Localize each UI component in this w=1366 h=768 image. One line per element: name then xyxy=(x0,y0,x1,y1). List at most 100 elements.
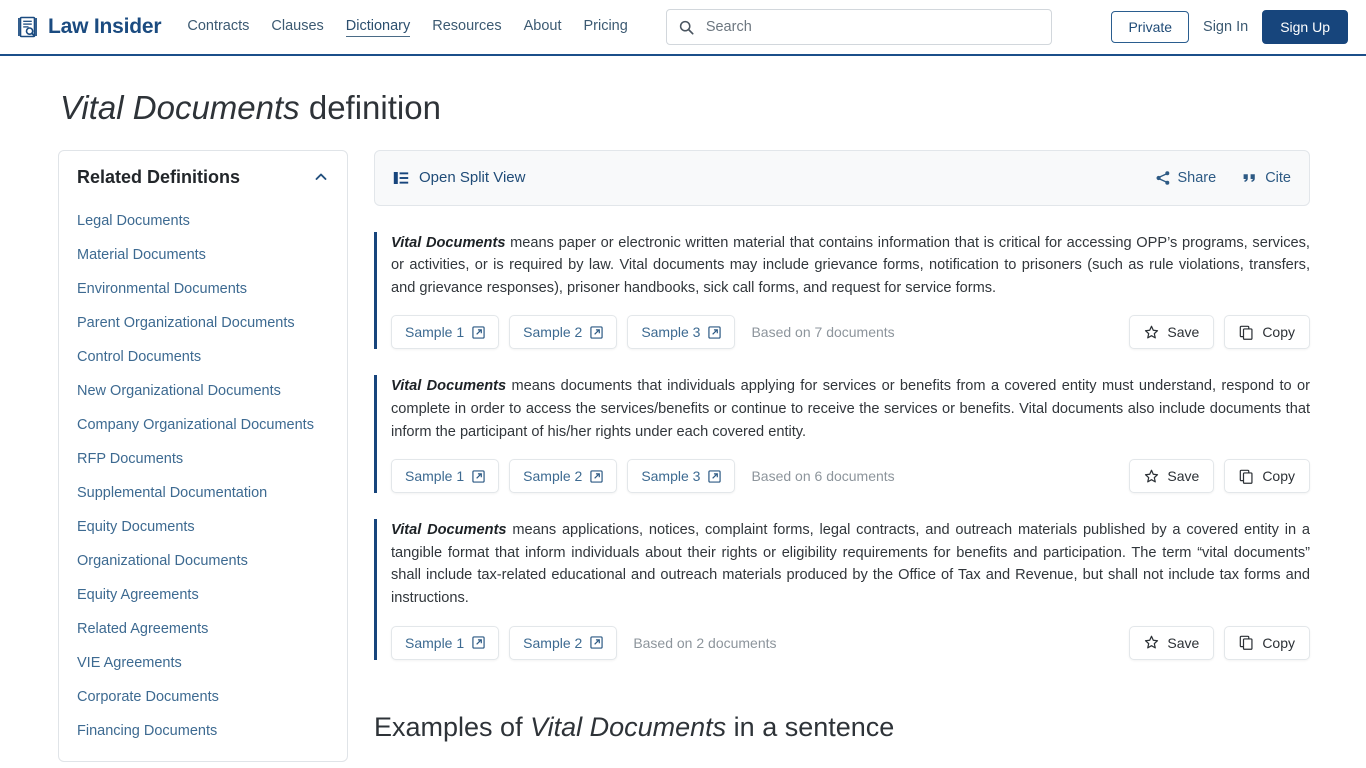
page-title-suffix: definition xyxy=(299,89,441,126)
examples-heading: Examples of Vital Documents in a sentenc… xyxy=(374,712,1310,743)
sidebar-item-material-documents[interactable]: Material Documents xyxy=(59,238,347,272)
private-button[interactable]: Private xyxy=(1111,11,1190,43)
save-button[interactable]: Save xyxy=(1129,625,1215,660)
nav-item-clauses[interactable]: Clauses xyxy=(271,18,323,36)
save-button[interactable]: Save xyxy=(1129,315,1215,350)
copy-button[interactable]: Copy xyxy=(1224,459,1310,494)
sample-3-button[interactable]: Sample 3 xyxy=(627,459,736,494)
definition-text: Vital Documents means applications, noti… xyxy=(391,519,1310,609)
sample-label: Sample 2 xyxy=(523,634,583,651)
definition-block: Vital Documents means paper or electroni… xyxy=(374,231,1310,350)
sidebar-item-legal-documents[interactable]: Legal Documents xyxy=(59,204,347,238)
share-button[interactable]: Share xyxy=(1155,170,1216,186)
star-icon xyxy=(1144,469,1159,484)
examples-suffix: in a sentence xyxy=(726,711,895,742)
nav-item-contracts[interactable]: Contracts xyxy=(187,18,249,36)
definition-actions: Sample 1 Sample 2 Based on 2 documents S… xyxy=(391,625,1310,660)
definition-body: means documents that individuals applyin… xyxy=(391,378,1310,440)
search-input[interactable] xyxy=(703,18,1039,36)
sidebar-item-related-agreements[interactable]: Related Agreements xyxy=(59,612,347,646)
nav-item-pricing[interactable]: Pricing xyxy=(583,18,627,36)
search-box[interactable] xyxy=(665,9,1052,45)
save-label: Save xyxy=(1167,634,1200,651)
nav-item-dictionary[interactable]: Dictionary xyxy=(345,18,411,37)
related-definitions-sidebar: Related Definitions Legal Documents Mate… xyxy=(58,149,348,762)
sample-label: Sample 1 xyxy=(405,634,465,651)
copy-button[interactable]: Copy xyxy=(1224,625,1310,660)
header-actions: Private Sign In Sign Up xyxy=(1111,10,1348,44)
copy-icon xyxy=(1239,635,1254,651)
save-label: Save xyxy=(1167,324,1200,341)
sidebar-item-organizational-documents[interactable]: Organizational Documents xyxy=(59,544,347,578)
star-icon xyxy=(1144,635,1159,650)
definition-right-actions: Save Copy xyxy=(1129,315,1310,350)
external-link-icon xyxy=(590,470,603,483)
definition-main: Open Split View Share Cite Vital Documen… xyxy=(374,149,1310,762)
nav-item-about[interactable]: About xyxy=(524,18,562,36)
sidebar-item-equity-documents[interactable]: Equity Documents xyxy=(59,510,347,544)
open-split-view-button[interactable]: Open Split View xyxy=(393,169,525,186)
copy-label: Copy xyxy=(1262,634,1295,651)
sample-3-button[interactable]: Sample 3 xyxy=(627,315,736,350)
sidebar-item-environmental-documents[interactable]: Environmental Documents xyxy=(59,272,347,306)
sample-1-button[interactable]: Sample 1 xyxy=(391,459,500,494)
sidebar-item-corporate-documents[interactable]: Corporate Documents xyxy=(59,680,347,714)
definition-block: Vital Documents means applications, noti… xyxy=(374,519,1310,660)
sample-1-button[interactable]: Sample 1 xyxy=(391,315,500,350)
cite-button[interactable]: Cite xyxy=(1242,170,1291,186)
page-title: Vital Documents definition xyxy=(60,88,1366,128)
external-link-icon xyxy=(708,470,722,483)
sample-label: Sample 3 xyxy=(641,324,701,341)
sample-label: Sample 3 xyxy=(641,468,701,485)
definition-actions: Sample 1 Sample 2 Sample 3 xyxy=(391,315,1310,350)
nav-item-resources[interactable]: Resources xyxy=(432,18,501,36)
copy-icon xyxy=(1239,325,1254,340)
sidebar-item-vie-agreements[interactable]: VIE Agreements xyxy=(59,646,347,680)
chevron-up-icon[interactable] xyxy=(313,169,329,185)
definition-actions: Sample 1 Sample 2 Sample 3 xyxy=(391,459,1310,494)
cite-label: Cite xyxy=(1265,169,1291,186)
brand-logo[interactable]: Law Insider xyxy=(18,15,162,39)
based-on-label: Based on 6 documents xyxy=(751,468,895,485)
sidebar-item-equity-agreements[interactable]: Equity Agreements xyxy=(59,578,347,612)
copy-button[interactable]: Copy xyxy=(1224,315,1310,350)
sidebar-title: Related Definitions xyxy=(77,166,241,187)
definition-text: Vital Documents means documents that ind… xyxy=(391,375,1310,443)
sidebar-item-company-organizational-documents[interactable]: Company Organizational Documents xyxy=(59,408,347,442)
search-icon xyxy=(679,20,694,35)
page-title-term: Vital Documents xyxy=(60,89,300,126)
definition-term: Vital Documents xyxy=(391,378,507,395)
definition-right-actions: Save Copy xyxy=(1129,459,1310,494)
sidebar-item-new-organizational-documents[interactable]: New Organizational Documents xyxy=(59,374,347,408)
external-link-icon xyxy=(708,326,722,339)
sidebar-item-control-documents[interactable]: Control Documents xyxy=(59,340,347,374)
external-link-icon xyxy=(472,326,485,339)
definition-term: Vital Documents xyxy=(391,522,507,539)
based-on-label: Based on 7 documents xyxy=(751,324,895,341)
sidebar-item-parent-organizational-documents[interactable]: Parent Organizational Documents xyxy=(59,306,347,340)
sample-label: Sample 1 xyxy=(405,468,465,485)
sidebar-item-supplemental-documentation[interactable]: Supplemental Documentation xyxy=(59,476,347,510)
sample-2-button[interactable]: Sample 2 xyxy=(509,625,618,660)
sidebar-item-financing-documents[interactable]: Financing Documents xyxy=(59,714,347,748)
sample-1-button[interactable]: Sample 1 xyxy=(391,625,500,660)
sidebar-item-rfp-documents[interactable]: RFP Documents xyxy=(59,442,347,476)
save-button[interactable]: Save xyxy=(1129,459,1215,494)
quote-icon xyxy=(1242,170,1258,186)
sidebar-header[interactable]: Related Definitions xyxy=(59,167,347,194)
based-on-label: Based on 2 documents xyxy=(633,634,777,651)
definition-body: means paper or electronic written materi… xyxy=(391,234,1310,296)
share-icon xyxy=(1155,170,1171,186)
examples-term: Vital Documents xyxy=(530,711,727,742)
sign-in-link[interactable]: Sign In xyxy=(1203,19,1248,35)
sample-2-button[interactable]: Sample 2 xyxy=(509,315,618,350)
sign-up-button[interactable]: Sign Up xyxy=(1262,10,1348,44)
definition-right-actions: Save Copy xyxy=(1129,625,1310,660)
sidebar-list: Legal Documents Material Documents Envir… xyxy=(59,194,347,748)
copy-label: Copy xyxy=(1262,468,1295,485)
star-icon xyxy=(1144,325,1159,340)
save-label: Save xyxy=(1167,468,1200,485)
external-link-icon xyxy=(472,470,485,483)
sample-2-button[interactable]: Sample 2 xyxy=(509,459,618,494)
definition-block: Vital Documents means documents that ind… xyxy=(374,375,1310,494)
